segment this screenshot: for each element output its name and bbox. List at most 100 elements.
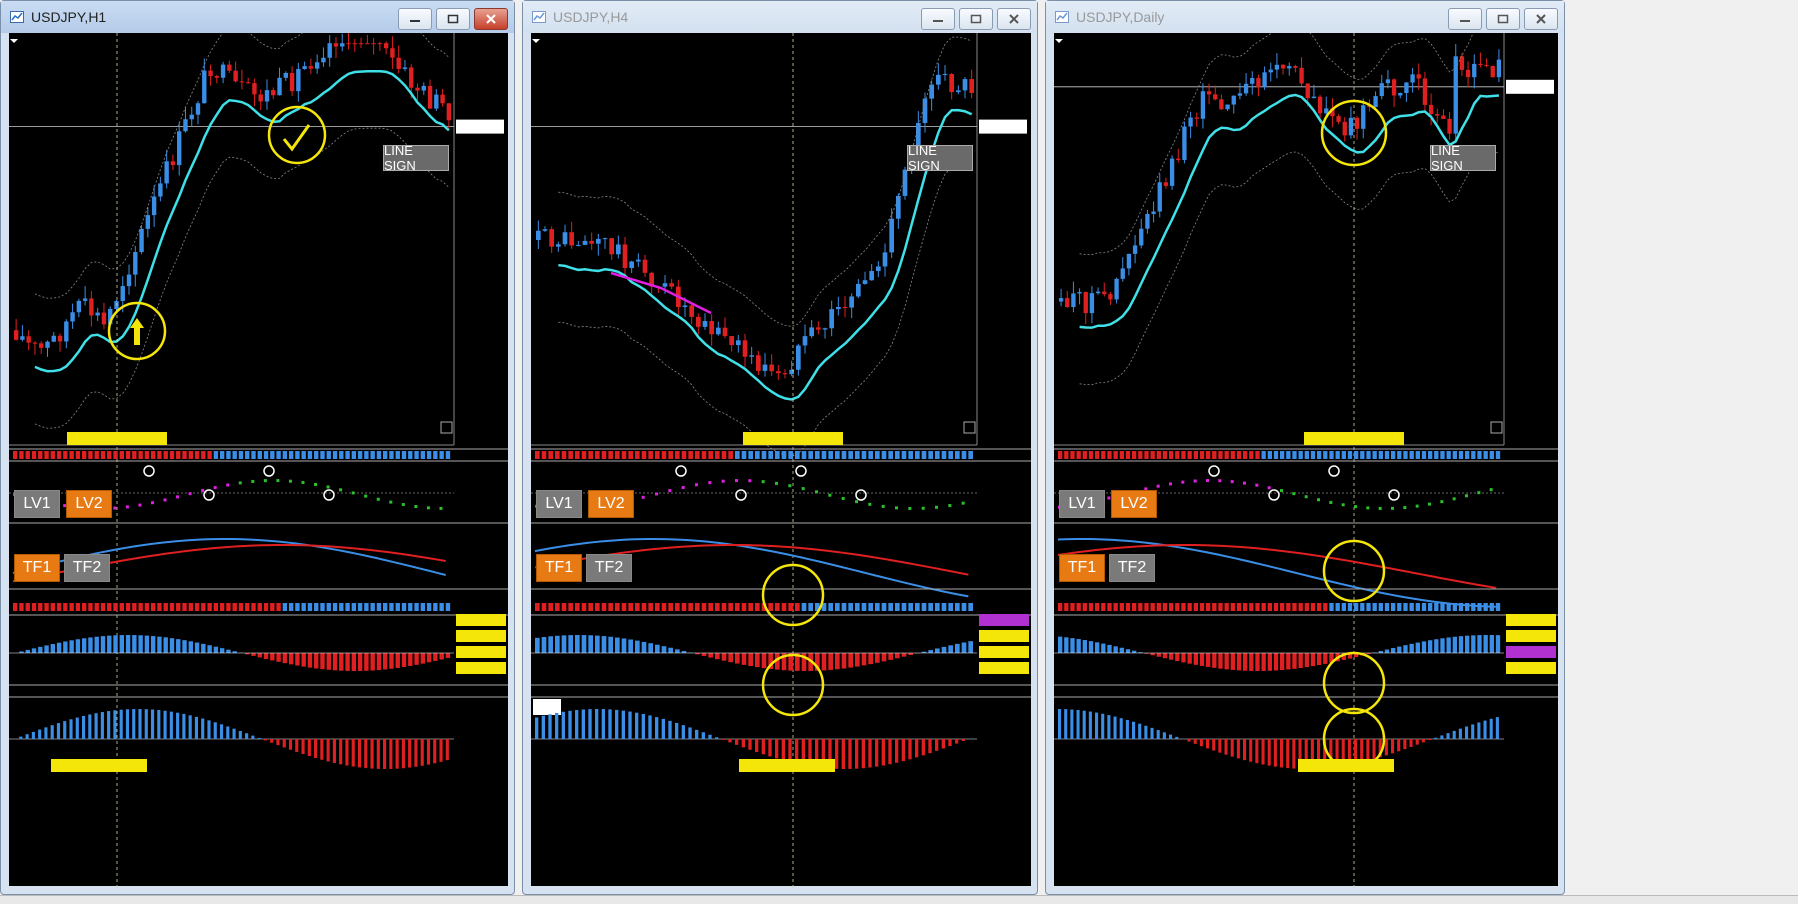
tf1-button[interactable]: TF1 xyxy=(14,554,60,582)
candle-body xyxy=(1225,104,1230,110)
oscillator-dot xyxy=(288,479,292,483)
strip-bar xyxy=(169,451,175,459)
strip-bar xyxy=(1070,451,1075,459)
oscillator-dot xyxy=(1440,500,1444,504)
abuadx-bar xyxy=(119,635,125,653)
oscillator-dot xyxy=(1391,506,1394,510)
close-button[interactable] xyxy=(997,8,1031,30)
abudmi-bar xyxy=(688,727,692,739)
lv1-button[interactable]: LV1 xyxy=(1059,490,1105,518)
histogram-bar xyxy=(708,603,713,611)
histogram-bar xyxy=(376,603,382,611)
candle-body xyxy=(1132,245,1138,254)
lv1-button[interactable]: LV1 xyxy=(14,490,60,518)
chart-area[interactable]: LINE SIGN LV1 LV2 TF1 TF2 xyxy=(531,33,1031,888)
histogram-bar xyxy=(1329,603,1334,611)
candle-body xyxy=(549,229,554,247)
lv2-button[interactable]: LV2 xyxy=(588,490,634,518)
abudmi-bar xyxy=(581,709,585,739)
abudmi-bar xyxy=(288,739,293,750)
candle-body xyxy=(589,240,594,244)
candle-body xyxy=(1416,74,1421,79)
minimize-button[interactable] xyxy=(398,8,432,30)
maximize-button[interactable] xyxy=(436,8,470,30)
lv1-button[interactable]: LV1 xyxy=(536,490,582,518)
line-sign-button[interactable]: LINE SIGN xyxy=(383,143,449,173)
histogram-bar xyxy=(728,603,733,611)
abudmi-bar xyxy=(1397,739,1401,752)
strip-bar xyxy=(1113,451,1118,459)
histogram-bar xyxy=(1280,603,1285,611)
histogram-bar xyxy=(56,603,62,611)
tf2-button[interactable]: TF2 xyxy=(1109,554,1155,582)
minimize-button[interactable] xyxy=(921,8,955,30)
candle-body xyxy=(969,79,974,93)
abuadx-bar xyxy=(251,653,256,656)
close-button[interactable] xyxy=(1524,8,1558,30)
moving-average-line xyxy=(34,69,450,373)
histogram-bar xyxy=(314,603,319,611)
abudmi-bar xyxy=(1489,718,1493,739)
strip-bar xyxy=(107,451,112,459)
abudmi-bar xyxy=(1415,739,1419,745)
abuadx-bar xyxy=(648,643,653,653)
candle-body xyxy=(402,67,408,69)
histogram-bar xyxy=(875,603,880,611)
histogram-bar xyxy=(94,603,99,611)
histogram-bar xyxy=(575,603,580,611)
histogram-bar xyxy=(668,603,673,611)
abudmi-bar xyxy=(568,710,572,739)
oscillator-dot xyxy=(881,504,885,508)
chart-window-h4[interactable]: USDJPY,H4 LINE SIGN LV1 LV2 TF1 TF2 xyxy=(522,0,1038,895)
abuadx-bar xyxy=(1113,646,1118,653)
abudmi-bar xyxy=(426,739,431,765)
abudmi-bar xyxy=(1230,739,1234,757)
abudmi-bar xyxy=(561,711,565,739)
tf1-button[interactable]: TF1 xyxy=(536,554,582,582)
histogram-bar xyxy=(395,603,400,611)
chart-area[interactable]: LINE SIGN LV1 LV2 TF1 TF2 xyxy=(1054,33,1558,888)
histogram-bar xyxy=(1471,603,1476,611)
lv2-button[interactable]: LV2 xyxy=(1111,490,1157,518)
chart-window-h1[interactable]: USDJPY,H1 LINE SIGN LV1 LV2 TF1 TF2 xyxy=(0,0,515,895)
strip-bar xyxy=(1452,451,1457,459)
histogram-bar xyxy=(213,603,219,611)
tf2-button[interactable]: TF2 xyxy=(586,554,632,582)
strip-bar xyxy=(132,451,137,459)
candle-body xyxy=(258,94,263,102)
histogram-bar xyxy=(1483,603,1488,611)
signal-marker-icon xyxy=(203,489,215,501)
strip-bar xyxy=(1360,451,1365,459)
histogram-bar xyxy=(194,603,200,611)
minimize-button[interactable] xyxy=(1448,8,1482,30)
histogram-bar xyxy=(1175,603,1180,611)
chart-window-daily[interactable]: USDJPY,Daily LINE SIGN LV1 LV2 TF1 TF2 xyxy=(1045,0,1565,895)
abudmi-bar xyxy=(176,712,180,739)
abudmi-bar xyxy=(868,739,872,768)
strip-bar xyxy=(788,451,793,459)
abuadx-bar xyxy=(948,645,953,653)
abuadx-bar xyxy=(1477,635,1482,653)
strip-bar xyxy=(1101,451,1106,459)
abudmi-bar xyxy=(1156,730,1160,739)
close-button[interactable] xyxy=(474,8,508,30)
maximize-button[interactable] xyxy=(959,8,993,30)
strip-bar xyxy=(263,451,269,459)
maximize-button[interactable] xyxy=(1486,8,1520,30)
abudmi-bar xyxy=(1280,739,1284,768)
abudmi-bar xyxy=(1169,734,1173,739)
line-sign-button[interactable]: LINE SIGN xyxy=(1430,143,1496,173)
chart-area[interactable]: LINE SIGN LV1 LV2 TF1 TF2 xyxy=(9,33,508,888)
strip-bar xyxy=(1384,451,1390,459)
tf2-button[interactable]: TF2 xyxy=(64,554,110,582)
tf1-button[interactable]: TF1 xyxy=(1059,554,1105,582)
abudmi-bar xyxy=(648,715,652,739)
abuadx-bar xyxy=(282,653,288,664)
oscillator-dot xyxy=(213,486,217,490)
strip-bar xyxy=(1107,451,1112,459)
strip-bar xyxy=(1144,451,1149,459)
abudmi-bar xyxy=(132,709,136,739)
line-sign-button[interactable]: LINE SIGN xyxy=(907,143,973,173)
abuadx-bar xyxy=(1132,650,1137,653)
lv2-button[interactable]: LV2 xyxy=(66,490,112,518)
